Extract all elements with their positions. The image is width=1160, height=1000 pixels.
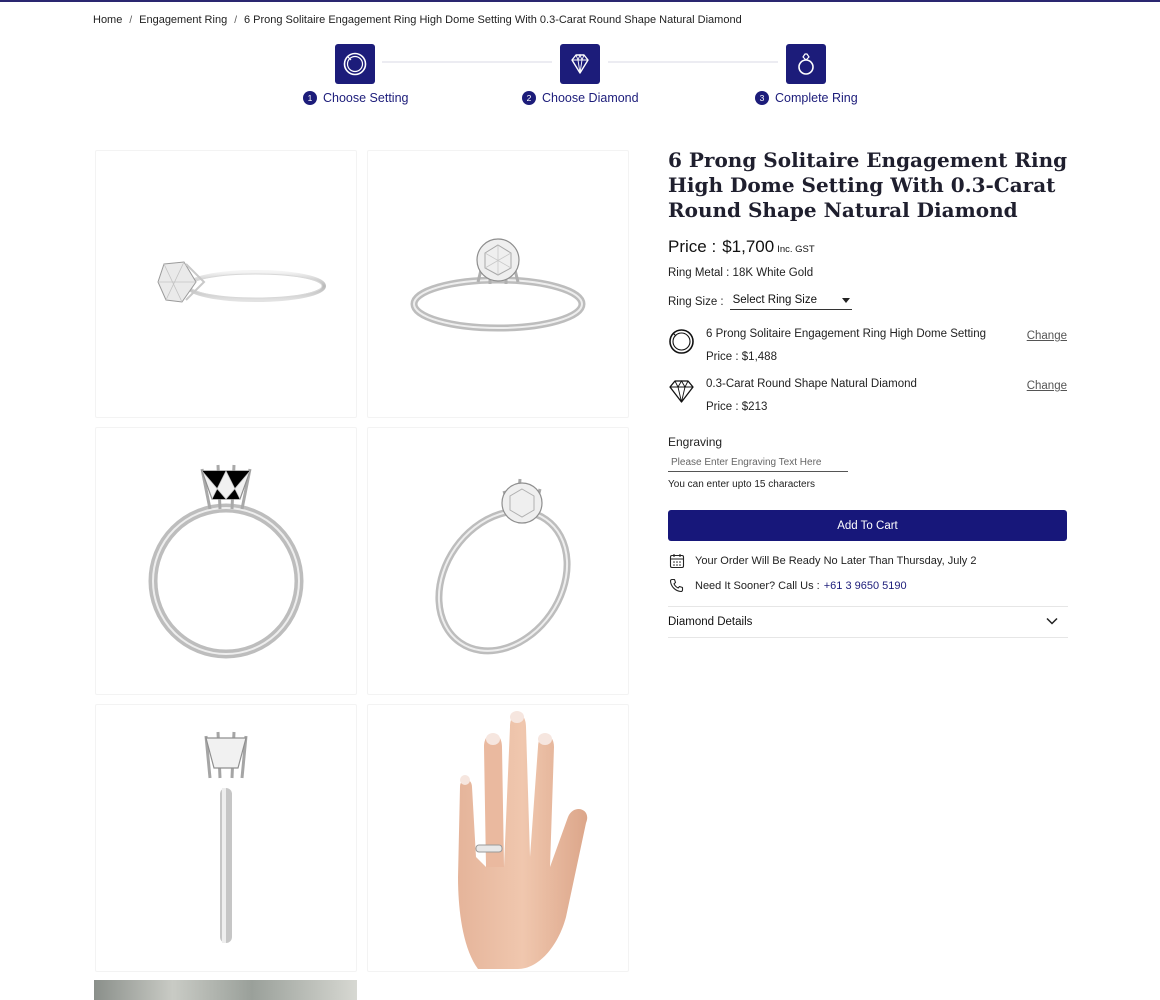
step-complete-button[interactable]	[786, 44, 826, 84]
ring-profile-image	[148, 464, 304, 659]
diamond-component: 0.3-Carat Round Shape Natural Diamond Pr…	[668, 378, 1068, 418]
engraving-hint: You can enter upto 15 characters	[668, 479, 815, 490]
step-text: Choose Setting	[323, 91, 409, 105]
diamond-icon	[668, 378, 695, 410]
chevron-down-icon	[841, 297, 850, 303]
breadcrumb-current: 6 Prong Solitaire Engagement Ring High D…	[243, 14, 742, 26]
step-text: Complete Ring	[775, 91, 858, 105]
chevron-down-icon	[1046, 616, 1058, 628]
complete-ring-icon	[798, 53, 814, 75]
breadcrumb-separator: /	[234, 14, 237, 26]
price-tax-note: Inc. GST	[777, 244, 815, 255]
gallery-image-hand[interactable]	[367, 704, 629, 972]
gallery-image-partial[interactable]	[94, 980, 357, 1000]
gallery-image-front[interactable]	[367, 150, 629, 418]
ring-on-hand-image	[458, 711, 588, 969]
gallery-image-top[interactable]	[95, 704, 357, 972]
call-text: Need It Sooner? Call Us :	[695, 579, 820, 592]
top-border	[0, 0, 1160, 2]
divider	[668, 637, 1068, 638]
step-number: 3	[755, 91, 769, 105]
price-row: Price : $1,700 Inc. GST	[668, 237, 815, 257]
step-connector	[382, 61, 552, 63]
setting-price: Price : $1,488	[706, 351, 777, 363]
add-to-cart-button[interactable]: Add To Cart	[668, 510, 1067, 541]
diamond-details-label: Diamond Details	[668, 616, 753, 628]
engraving-input[interactable]	[668, 453, 848, 472]
ring-setting-icon	[343, 52, 367, 76]
ring-side-image	[157, 261, 326, 303]
change-setting-link[interactable]: Change	[1027, 330, 1067, 342]
diamond-price: Price : $213	[706, 401, 768, 413]
change-diamond-link[interactable]: Change	[1027, 380, 1067, 392]
step-number: 1	[303, 91, 317, 105]
ring-size-row: Ring Size : Select Ring Size	[668, 294, 852, 310]
gallery-image-angle[interactable]	[367, 427, 629, 695]
ring-size-value: Select Ring Size	[732, 294, 817, 306]
breadcrumb: Home / Engagement Ring / 6 Prong Solitai…	[93, 14, 742, 26]
step-2-label[interactable]: 2 Choose Diamond	[522, 91, 639, 105]
step-text: Choose Diamond	[542, 91, 639, 105]
calendar-icon	[668, 552, 685, 569]
step-setting-button[interactable]	[335, 44, 375, 84]
ring-top-image	[204, 731, 248, 943]
ring-size-label: Ring Size :	[668, 296, 724, 308]
diamond-name: 0.3-Carat Round Shape Natural Diamond	[706, 378, 917, 390]
breadcrumb-home[interactable]: Home	[93, 14, 122, 26]
phone-icon	[668, 577, 685, 594]
setting-component: 6 Prong Solitaire Engagement Ring High D…	[668, 328, 1068, 368]
ring-metal: Ring Metal : 18K White Gold	[668, 267, 814, 279]
step-1-label[interactable]: 1 Choose Setting	[303, 91, 408, 105]
breadcrumb-separator: /	[129, 14, 133, 26]
product-title: 6 Prong Solitaire Engagement Ring High D…	[668, 148, 1068, 222]
ring-angle-image	[435, 478, 571, 655]
ring-setting-icon	[668, 328, 695, 360]
diamond-icon	[571, 53, 589, 74]
price-label: Price :	[668, 237, 717, 256]
breadcrumb-engagement-ring[interactable]: Engagement Ring	[139, 14, 227, 26]
step-3-label[interactable]: 3 Complete Ring	[755, 91, 858, 105]
step-diamond-button[interactable]	[560, 44, 600, 84]
step-connector	[608, 61, 778, 63]
ring-size-select[interactable]: Select Ring Size	[729, 294, 852, 310]
ready-date-text: Your Order Will Be Ready No Later Than T…	[695, 554, 977, 567]
phone-link[interactable]: +61 3 9650 5190	[824, 580, 907, 592]
step-number: 2	[522, 91, 536, 105]
engraving-label: Engraving	[668, 435, 723, 449]
gallery-image-side[interactable]	[95, 150, 357, 418]
price-value: $1,700	[722, 237, 775, 256]
call-row: Need It Sooner? Call Us : +61 3 9650 519…	[668, 577, 907, 594]
gallery-image-profile[interactable]	[95, 427, 357, 695]
ring-front-image	[410, 238, 586, 332]
ready-date-row: Your Order Will Be Ready No Later Than T…	[668, 552, 976, 569]
diamond-details-accordion[interactable]: Diamond Details	[668, 607, 1068, 637]
setting-name: 6 Prong Solitaire Engagement Ring High D…	[706, 328, 986, 340]
